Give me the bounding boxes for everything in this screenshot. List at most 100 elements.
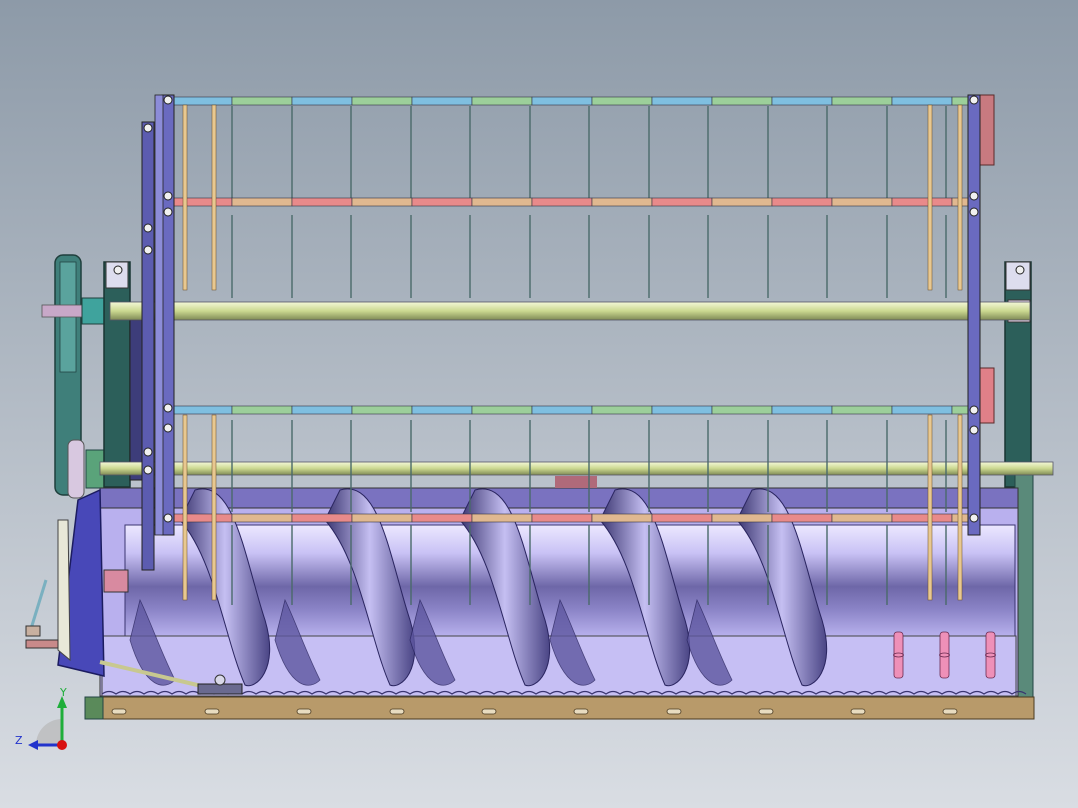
left-side-plate [103,261,131,488]
base-plate [101,696,1035,720]
base-left-foot [84,696,104,720]
lower-second-rail-segment [531,513,593,523]
link-pivot [969,425,979,435]
lower-rail-segment [291,405,353,415]
cad-viewport[interactable]: Y Z [0,0,1078,808]
upper-rail-segment [591,96,653,106]
upper-rail-segment [771,96,833,106]
upper-rail-segment [831,96,893,106]
base-slot [204,708,220,715]
upper-second-rail-segment [411,197,473,207]
outlet-pipe [939,631,950,679]
reel-vertical-rod [957,414,963,601]
upper-rail-segment [651,96,713,106]
base-slot [389,708,405,715]
lower-rail-segment [171,405,233,415]
link-pivot [163,403,173,413]
upper-second-rail-segment [291,197,353,207]
lower-rail-segment [891,405,953,415]
upper-rail-segment [231,96,293,106]
lower-second-rail-segment [471,513,533,523]
reel-vertical-rod [927,104,933,291]
link-pivot [163,423,173,433]
triad-x-axis [57,740,67,750]
lower-rail-segment [771,405,833,415]
link-pivot [163,513,173,523]
housing-top-panel [99,487,1019,511]
upper-second-rail-segment [531,197,593,207]
upper-second-rail-segment [891,197,953,207]
upper-rail-segment [471,96,533,106]
side-rod-clamp [25,625,41,637]
lower-second-rail-segment [651,513,713,523]
lever-knob [214,674,226,686]
base-slot [850,708,866,715]
lower-second-rail-segment [831,513,893,523]
reel-vertical-rod [182,104,188,291]
lower-rail-segment [711,405,773,415]
upper-rail-segment [351,96,413,106]
upper-rail-segment [711,96,773,106]
outlet-pipe [893,631,904,679]
lower-support-shaft [99,461,1054,476]
lower-second-rail-segment [711,513,773,523]
upper-second-rail-segment [351,197,413,207]
link-pivot [143,447,153,457]
triad-y-label: Y [59,686,67,699]
link-pivot [969,513,979,523]
upper-second-rail-segment [771,197,833,207]
lower-second-rail-segment [891,513,953,523]
reel-vertical-rod [927,414,933,601]
reel-vertical-rod [211,104,217,291]
link-pivot [143,123,153,133]
lower-second-rail-segment [351,513,413,523]
link-bar-rear [154,94,164,536]
lower-rail-segment [231,405,293,415]
right-top-tab [555,476,597,488]
main-reel-shaft [109,301,1031,321]
link-pivot [163,207,173,217]
upper-second-rail-segment [471,197,533,207]
base-slot [573,708,589,715]
upper-second-rail-segment [711,197,773,207]
base-slot [481,708,497,715]
right-link-bar [967,94,981,536]
base-slot [111,708,127,715]
lower-rail-segment [651,405,713,415]
right-side-plate [1004,261,1032,488]
upper-second-rail-segment [831,197,893,207]
upper-second-rail-segment [651,197,713,207]
lower-second-rail-segment [411,513,473,523]
reel-vertical-rod [957,104,963,291]
lower-rail-segment [471,405,533,415]
upper-second-rail-segment [171,197,233,207]
link-bar-inner [161,94,175,536]
outlet-pipe [985,631,996,679]
lower-rail-segment [831,405,893,415]
lower-second-rail-segment [291,513,353,523]
upper-rail-segment [531,96,593,106]
link-pivot [143,465,153,475]
lower-rail-segment [531,405,593,415]
upper-rail-segment [891,96,953,106]
lower-pulley [67,439,85,499]
base-slot [296,708,312,715]
link-pivot [143,223,153,233]
lower-rail-segment [411,405,473,415]
link-pivot [969,95,979,105]
upper-rail-segment [291,96,353,106]
link-pivot [113,265,123,275]
upper-rail-segment [411,96,473,106]
link-pivot [969,191,979,201]
link-pivot [969,405,979,415]
lower-rail-segment [351,405,413,415]
link-pivot [163,191,173,201]
link-pivot [143,245,153,255]
link-bar-outer [141,121,155,571]
left-gear-sector [57,519,71,662]
lower-rail-segment [591,405,653,415]
lower-second-rail-segment [231,513,293,523]
link-pivot [969,207,979,217]
triad-z-label: Z [15,734,23,747]
lower-second-rail-segment [591,513,653,523]
